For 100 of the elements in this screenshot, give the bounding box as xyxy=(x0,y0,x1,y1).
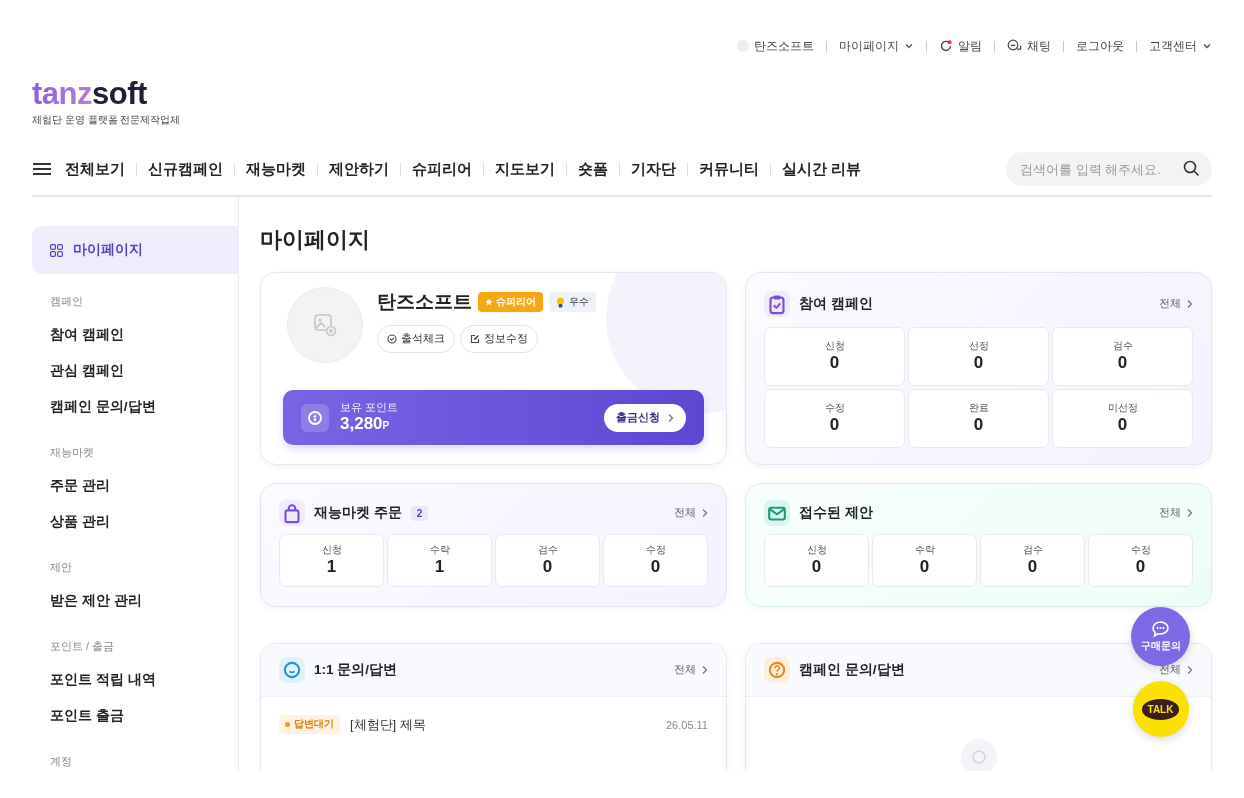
card-title: 1:1 문의/답변 xyxy=(314,661,397,679)
stat-label: 수정 xyxy=(1130,544,1151,557)
sidebar-item[interactable]: 참여 캠페인 xyxy=(32,317,238,353)
chevron-right-icon xyxy=(1186,508,1193,518)
stat-value: 0 xyxy=(829,415,840,435)
nav-link[interactable]: 슈피리어 xyxy=(412,159,472,179)
edit-profile-button[interactable]: 정보수정 xyxy=(460,325,538,353)
stat-tile[interactable]: 신청 1 xyxy=(279,534,384,587)
attendance-button[interactable]: 출석체크 xyxy=(377,325,455,353)
view-all-link[interactable]: 전체 xyxy=(674,506,708,520)
level-badge: 우수 xyxy=(549,292,596,312)
inquiry-date: 26.05.11 xyxy=(666,718,708,731)
stat-tile[interactable]: 완료 0 xyxy=(908,389,1049,448)
sidebar-item[interactable]: 마이페이지 xyxy=(32,226,238,274)
search-icon[interactable] xyxy=(1183,160,1200,177)
bell-icon xyxy=(939,39,953,53)
view-all-link[interactable]: 전체 xyxy=(1159,663,1193,677)
sidebar-heading: 제안 xyxy=(49,560,73,575)
points-label: 보유 포인트 xyxy=(340,400,398,415)
stat-label: 수정 xyxy=(824,402,845,415)
nav-link[interactable]: 지도보기 xyxy=(495,159,555,179)
logo-tagline: 체험단 운영 플랫폼 전문제작업체 xyxy=(32,113,182,127)
clipboard-icon xyxy=(764,291,790,317)
stat-label: 수락 xyxy=(429,544,450,557)
sidebar-heading: 포인트 / 출금 xyxy=(49,639,115,654)
nav-link[interactable]: 재능마켓 xyxy=(246,159,306,179)
sidebar-heading: 재능마켓 xyxy=(49,445,95,460)
grade-badge: 슈피리어 xyxy=(478,292,543,312)
view-all-link[interactable]: 전체 xyxy=(1159,297,1193,311)
nav-link[interactable]: 전체보기 xyxy=(65,159,125,179)
check-circle-icon xyxy=(387,334,397,344)
stat-value: 0 xyxy=(829,353,840,373)
header-link[interactable]: 탄즈소프트 xyxy=(737,38,814,54)
stat-tile[interactable]: 선정 0 xyxy=(908,327,1049,386)
stat-value: 0 xyxy=(919,557,930,577)
sidebar-item[interactable]: 포인트 적립 내역 xyxy=(32,662,238,698)
status-badge: 답변대기 xyxy=(279,715,340,734)
count-badge: 2 xyxy=(410,505,429,521)
question-icon xyxy=(764,657,790,683)
header-link[interactable]: 고객센터 xyxy=(1149,38,1212,54)
stat-tile[interactable]: 신청 0 xyxy=(764,534,869,587)
stat-tile[interactable]: 검수 0 xyxy=(980,534,1085,587)
chevron-right-icon xyxy=(1186,299,1193,309)
chevron-down-icon xyxy=(1202,41,1212,51)
talk-button[interactable]: TALK xyxy=(1132,681,1189,737)
chevron-down-icon xyxy=(904,41,914,51)
stat-label: 검수 xyxy=(537,544,558,557)
card-title: 재능마켓 주문 xyxy=(314,504,402,522)
sidebar-item[interactable]: 받은 제안 관리 xyxy=(32,583,238,619)
stat-tile[interactable]: 수정 0 xyxy=(603,534,708,587)
search-field[interactable]: 검색어를 입력 해주세요. xyxy=(1006,152,1212,186)
withdraw-button[interactable]: 출금신청 xyxy=(604,403,686,432)
sidebar-item[interactable]: 주문 관리 xyxy=(32,468,238,504)
inquiry-row[interactable]: 답변대기 [체험단] 제목 26.05.11 xyxy=(261,697,726,752)
stat-tile[interactable]: 수락 0 xyxy=(872,534,977,587)
user-name: 탄즈소프트 xyxy=(377,290,472,314)
chevron-right-icon xyxy=(1186,665,1193,675)
sidebar-item[interactable]: 관심 캠페인 xyxy=(32,353,238,389)
star-icon xyxy=(485,298,493,306)
stat-label: 신청 xyxy=(806,544,827,557)
view-all-link[interactable]: 전체 xyxy=(1159,506,1193,520)
stat-label: 수정 xyxy=(645,544,666,557)
stat-label: 완료 xyxy=(968,402,989,415)
header-link[interactable]: 마이페이지 xyxy=(839,38,914,54)
stat-label: 검수 xyxy=(1022,544,1043,557)
stat-value: 0 xyxy=(542,557,553,577)
stat-tile[interactable]: 수정 0 xyxy=(1088,534,1193,587)
stat-tile[interactable]: 수정 0 xyxy=(764,389,905,448)
stat-tile[interactable]: 미선정 0 xyxy=(1052,389,1193,448)
sidebar-heading: 캠페인 xyxy=(49,294,84,309)
header-link[interactable]: 로그아웃 xyxy=(1076,38,1124,54)
stat-label: 선정 xyxy=(968,340,989,353)
chevron-right-icon xyxy=(667,412,674,423)
stat-value: 0 xyxy=(973,353,984,373)
stat-tile[interactable]: 신청 0 xyxy=(764,327,905,386)
stat-tile[interactable]: 검수 0 xyxy=(1052,327,1193,386)
stat-value: 0 xyxy=(1027,557,1038,577)
sidebar-item[interactable]: 포인트 출금 xyxy=(32,698,238,734)
card-title: 캠페인 문의/답변 xyxy=(799,661,905,679)
nav-link[interactable]: 커뮤니티 xyxy=(699,159,759,179)
header-link[interactable]: 알림 xyxy=(939,38,982,54)
chevron-right-icon xyxy=(701,508,708,518)
card-title: 접수된 제안 xyxy=(799,504,873,522)
nav-link[interactable]: 기자단 xyxy=(631,159,676,179)
sidebar-item[interactable]: 상품 관리 xyxy=(32,504,238,540)
stat-value: 1 xyxy=(326,557,337,577)
menu-icon[interactable] xyxy=(32,161,52,177)
edit-icon xyxy=(470,334,480,344)
view-all-link[interactable]: 전체 xyxy=(674,663,708,677)
nav-link[interactable]: 제안하기 xyxy=(329,159,389,179)
nav-link[interactable]: 숏폼 xyxy=(578,159,608,179)
nav-link[interactable]: 신규캠페인 xyxy=(148,159,223,179)
stat-tile[interactable]: 수락 1 xyxy=(387,534,492,587)
sidebar-item[interactable]: 캠페인 문의/답변 xyxy=(32,389,238,425)
sidebar-heading: 계정 xyxy=(49,754,73,769)
bulb-icon xyxy=(556,296,565,308)
header-link[interactable]: 채팅 xyxy=(1007,38,1051,54)
nav-link[interactable]: 실시간 리뷰 xyxy=(782,159,862,179)
coin-icon xyxy=(301,403,329,432)
stat-tile[interactable]: 검수 0 xyxy=(495,534,600,587)
